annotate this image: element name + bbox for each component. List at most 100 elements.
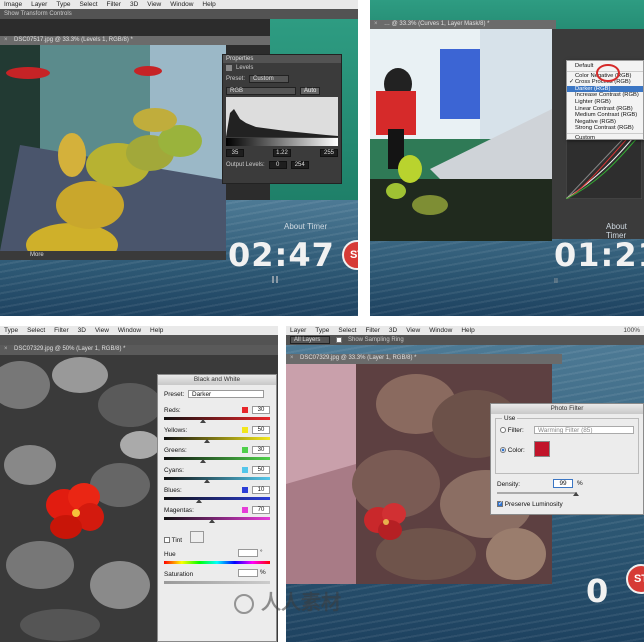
properties-title: Properties (223, 55, 341, 63)
slider-value-field[interactable]: 30 (252, 406, 270, 414)
menu-type[interactable]: Type (56, 1, 70, 8)
menu-3d[interactable]: 3D (78, 327, 86, 334)
menu-3d[interactable]: 3D (389, 327, 397, 334)
document-tab[interactable]: × … @ 33.3% (Curves 1, Layer Mask/8) * (370, 20, 556, 29)
preset-menu-item[interactable]: Medium Contrast (RGB) (567, 112, 643, 119)
menu-window[interactable]: Window (118, 327, 141, 334)
output-black-field[interactable]: 0 (268, 161, 287, 169)
input-highlights-field[interactable]: 255 (320, 149, 338, 157)
preset-menu-item[interactable]: Custom (567, 135, 643, 142)
dialog-title: Black and White (158, 375, 276, 385)
saturation-slider[interactable] (164, 581, 270, 584)
density-slider-knob[interactable] (573, 492, 580, 496)
hue-field[interactable] (238, 549, 258, 557)
menu-type[interactable]: Type (4, 327, 18, 334)
slider-track[interactable] (164, 497, 270, 500)
color-swatch (242, 487, 248, 493)
document-tab[interactable]: × DSC07329.jpg @ 50% (Layer 1, RGB/8) * (0, 345, 278, 355)
input-shadows-field[interactable]: 35 (226, 149, 244, 157)
slider-label: Blues: (164, 487, 182, 494)
photo-canvas[interactable] (0, 45, 226, 251)
slider-value-field[interactable]: 50 (252, 426, 270, 434)
status-more[interactable]: More (30, 252, 44, 258)
pause-icon[interactable] (276, 276, 278, 283)
menu-help[interactable]: Help (202, 1, 215, 8)
menu-window[interactable]: Window (170, 1, 193, 8)
preset-menu-item[interactable]: Linear Contrast (RGB) (567, 106, 643, 113)
slider-track[interactable] (164, 477, 270, 480)
menu-help[interactable]: Help (150, 327, 163, 334)
preset-menu-item[interactable]: Increase Contrast (RGB) (567, 92, 643, 99)
menu-select[interactable]: Select (27, 327, 45, 334)
hue-slider[interactable] (164, 561, 270, 564)
menu-filter[interactable]: Filter (54, 327, 68, 334)
pause-icon[interactable] (272, 276, 274, 283)
preset-dropdown[interactable]: Custom (249, 75, 290, 83)
tint-swatch[interactable] (190, 531, 204, 543)
slider-track[interactable] (164, 417, 270, 420)
preset-menu-item[interactable]: Negative (RGB) (567, 119, 643, 126)
pause-icon[interactable]: II (554, 278, 558, 285)
close-icon[interactable]: × (374, 20, 378, 29)
color-swatch[interactable] (534, 441, 550, 457)
color-slider-row: Yellows: 50 (164, 426, 270, 445)
document-status-bar: More (0, 251, 226, 260)
channel-dropdown[interactable]: RGB (226, 87, 296, 95)
preserve-luminosity-checkbox[interactable]: ✓ (497, 501, 503, 508)
color-radio[interactable] (500, 447, 506, 454)
menu-select[interactable]: Select (79, 1, 97, 8)
slider-value-field[interactable]: 30 (252, 446, 270, 454)
show-transform-controls-checkbox[interactable]: Show Transform Controls (4, 11, 72, 17)
histogram (226, 97, 338, 137)
tint-checkbox[interactable] (164, 537, 170, 544)
density-slider[interactable] (497, 492, 580, 496)
slider-knob[interactable] (200, 419, 207, 423)
input-midtones-field[interactable]: 1.22 (273, 149, 291, 157)
preset-menu-item-selected[interactable]: Darker (RGB) (567, 85, 643, 93)
menu-view[interactable]: View (406, 327, 420, 334)
slider-track[interactable] (164, 437, 270, 440)
properties-panel: Properties Levels Preset: Custom RGB Aut… (222, 54, 342, 184)
menu-view[interactable]: View (147, 1, 161, 8)
menu-3d[interactable]: 3D (130, 1, 138, 8)
saturation-field[interactable] (238, 569, 258, 577)
close-icon[interactable]: × (4, 36, 8, 45)
preset-dropdown[interactable]: Darker (188, 390, 264, 398)
close-icon[interactable]: × (4, 345, 8, 354)
auto-button[interactable]: Auto (300, 87, 321, 95)
close-icon[interactable]: × (290, 354, 294, 363)
menu-help[interactable]: Help (461, 327, 474, 334)
slider-knob[interactable] (204, 439, 211, 443)
menu-layer[interactable]: Layer (31, 1, 47, 8)
slider-knob[interactable] (200, 459, 207, 463)
menu-filter[interactable]: Filter (107, 1, 121, 8)
slider-track[interactable] (164, 457, 270, 460)
density-field[interactable]: 99 (553, 479, 573, 488)
filter-dropdown[interactable]: Warming Filter (85) (534, 426, 634, 434)
menu-filter[interactable]: Filter (365, 327, 379, 334)
slider-track[interactable] (164, 517, 270, 520)
menu-select[interactable]: Select (338, 327, 356, 334)
slider-value-field[interactable]: 70 (252, 506, 270, 514)
menu-view[interactable]: View (95, 327, 109, 334)
filter-radio[interactable] (500, 427, 506, 434)
slider-knob[interactable] (204, 479, 211, 483)
sample-dropdown[interactable]: All Layers (290, 336, 330, 344)
preset-menu-item[interactable]: Strong Contrast (RGB) (567, 125, 643, 132)
slider-value-field[interactable]: 50 (252, 466, 270, 474)
menu-image[interactable]: Image (4, 1, 22, 8)
photo-canvas[interactable] (370, 29, 552, 241)
document-tab[interactable]: × DSC07517.jpg @ 33.3% (Levels 1, RGB/8)… (0, 36, 270, 45)
document-tab[interactable]: × DSC07329.jpg @ 33.3% (Layer 1, RGB/8) … (286, 354, 562, 364)
slider-knob[interactable] (195, 499, 202, 503)
menu-window[interactable]: Window (429, 327, 452, 334)
sampling-ring-checkbox[interactable] (336, 337, 342, 343)
battery-status: 100% (623, 327, 640, 334)
menu-layer[interactable]: Layer (290, 327, 306, 334)
preset-menu-item[interactable]: Lighter (RGB) (567, 99, 643, 106)
menu-type[interactable]: Type (315, 327, 329, 334)
output-white-field[interactable]: 254 (290, 161, 309, 169)
input-levels-slider[interactable] (226, 138, 338, 146)
slider-knob[interactable] (208, 519, 215, 523)
slider-value-field[interactable]: 10 (252, 486, 270, 494)
